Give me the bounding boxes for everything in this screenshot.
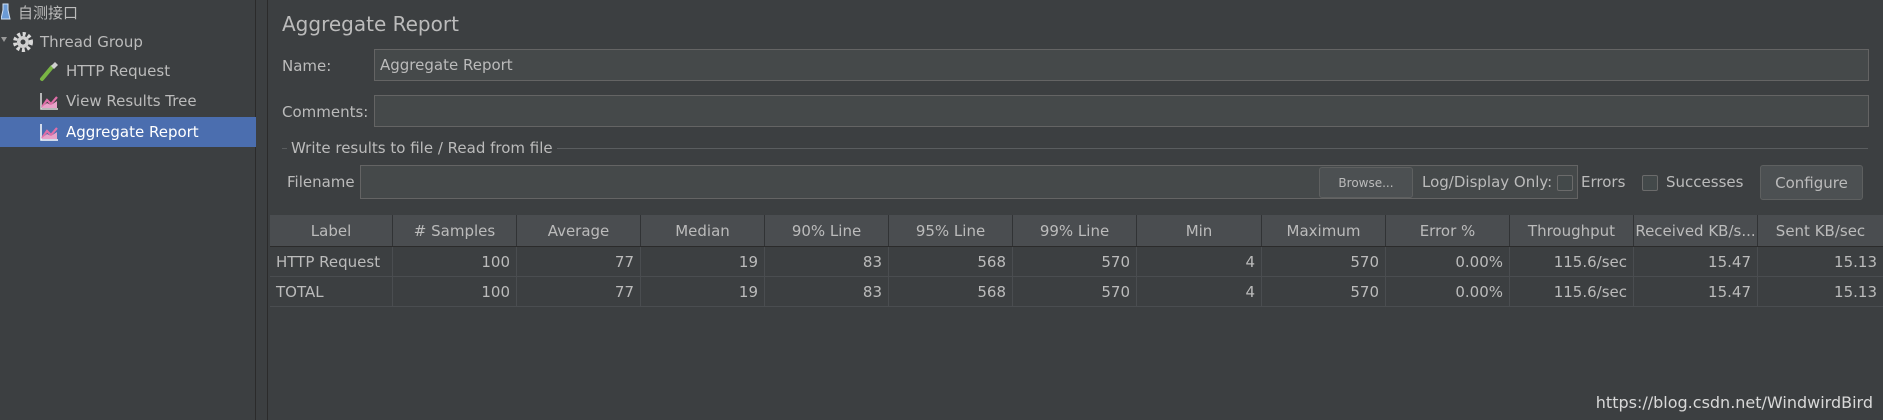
table-cell: HTTP Request bbox=[270, 247, 393, 276]
tree-item-aggregate-report[interactable]: Aggregate Report bbox=[0, 117, 256, 147]
file-group-title: Write results to file / Read from file bbox=[287, 139, 557, 157]
table-cell: 15.13 bbox=[1834, 252, 1877, 271]
column-header-median[interactable]: Median bbox=[641, 215, 765, 246]
column-header-min[interactable]: Min bbox=[1137, 215, 1262, 246]
configure-button[interactable]: Configure bbox=[1760, 165, 1863, 200]
listener-chart-icon bbox=[38, 90, 60, 112]
table-cell: 19 bbox=[641, 247, 765, 276]
table-cell: 570 bbox=[1262, 277, 1386, 306]
aggregate-report-panel: Aggregate Report Name: Aggregate Report … bbox=[269, 0, 1883, 420]
column-header-90-line[interactable]: 90% Line bbox=[765, 215, 889, 246]
table-cell: 77 bbox=[517, 247, 641, 276]
table-body: HTTP Request 100 77 19 83 568 570 4 570 0.00% 115.… bbox=[270, 247, 1883, 307]
name-label: Name: bbox=[282, 57, 332, 75]
table-cell: 570 bbox=[1262, 247, 1386, 276]
successes-label: Successes bbox=[1666, 173, 1744, 191]
table-cell: 568 bbox=[889, 277, 1013, 306]
table-cell: 0.00% bbox=[1386, 247, 1510, 276]
browse-button[interactable]: Browse... bbox=[1319, 167, 1413, 198]
table-cell: 115.6/sec bbox=[1510, 277, 1634, 306]
comments-field[interactable] bbox=[374, 95, 1869, 127]
column-header-99-line[interactable]: 99% Line bbox=[1013, 215, 1137, 246]
page-title: Aggregate Report bbox=[282, 12, 459, 36]
tree-item-thread-group[interactable]: Thread Group bbox=[12, 27, 143, 57]
test-plan-tree: 自测接口 Thread Group HTTP Request View Resu… bbox=[0, 0, 256, 420]
table-cell: 77 bbox=[517, 277, 641, 306]
table-cell: TOTAL bbox=[270, 277, 393, 306]
column-header-samples[interactable]: # Samples bbox=[393, 215, 517, 246]
table-cell: 19 bbox=[641, 277, 765, 306]
table-cell: 15.47 bbox=[1634, 247, 1758, 276]
tree-item-label: 自测接口 bbox=[18, 3, 79, 22]
table-cell: 83 bbox=[765, 247, 889, 276]
table-cell: 4 bbox=[1137, 247, 1262, 276]
watermark: https://blog.csdn.net/WindwirdBird bbox=[1595, 393, 1873, 412]
table-row[interactable]: HTTP Request 100 77 19 83 568 570 4 570 0.00% 115.… bbox=[270, 247, 1883, 277]
table-cell: 100 bbox=[393, 277, 517, 306]
comments-label: Comments: bbox=[282, 103, 369, 121]
column-header-maximum[interactable]: Maximum bbox=[1262, 215, 1386, 246]
table-row[interactable]: TOTAL 100 77 19 83 568 570 4 570 0.00% 115.6/sec 15… bbox=[270, 277, 1883, 307]
tree-item-view-results-tree[interactable]: View Results Tree bbox=[38, 86, 197, 116]
tree-item-label: Aggregate Report bbox=[66, 123, 199, 141]
listener-chart-icon bbox=[38, 121, 60, 143]
tree-item-http-request[interactable]: HTTP Request bbox=[38, 56, 170, 86]
table-cell: 100 bbox=[393, 247, 517, 276]
tree-item-label: Thread Group bbox=[40, 33, 143, 51]
table-cell: 15.47 bbox=[1634, 277, 1758, 306]
table-cell: 4 bbox=[1137, 277, 1262, 306]
table-cell: 0.00% bbox=[1386, 277, 1510, 306]
table-cell: 570 bbox=[1013, 277, 1137, 306]
table-cell: 115.6/sec bbox=[1510, 247, 1634, 276]
table-header: Label # Samples Average Median 90% Line … bbox=[270, 215, 1883, 247]
errors-checkbox[interactable] bbox=[1557, 175, 1573, 191]
table-cell: 15.13 bbox=[1834, 282, 1877, 301]
column-header-sent[interactable]: Sent KB/sec bbox=[1758, 215, 1883, 246]
column-header-throughput[interactable]: Throughput bbox=[1510, 215, 1634, 246]
column-header-received[interactable]: Received KB/s... bbox=[1634, 215, 1758, 246]
name-field[interactable]: Aggregate Report bbox=[374, 49, 1869, 81]
log-display-label: Log/Display Only: bbox=[1422, 173, 1553, 191]
filename-label: Filename bbox=[287, 173, 355, 191]
flask-icon bbox=[0, 1, 12, 23]
column-header-95-line[interactable]: 95% Line bbox=[889, 215, 1013, 246]
splitter[interactable] bbox=[256, 0, 268, 420]
expand-caret-icon[interactable] bbox=[0, 34, 8, 46]
aggregate-table: Label # Samples Average Median 90% Line … bbox=[270, 215, 1883, 307]
tree-item-label: HTTP Request bbox=[66, 62, 171, 80]
column-header-label[interactable]: Label bbox=[270, 215, 393, 246]
table-cell: 83 bbox=[765, 277, 889, 306]
successes-checkbox[interactable] bbox=[1642, 175, 1658, 191]
gear-icon bbox=[12, 31, 34, 53]
errors-label: Errors bbox=[1581, 173, 1626, 191]
tree-item-label: View Results Tree bbox=[66, 92, 197, 110]
column-header-average[interactable]: Average bbox=[517, 215, 641, 246]
table-cell: 570 bbox=[1013, 247, 1137, 276]
pipette-icon bbox=[38, 60, 60, 82]
column-header-error-pct[interactable]: Error % bbox=[1386, 215, 1510, 246]
table-cell: 568 bbox=[889, 247, 1013, 276]
tree-item-test-plan[interactable]: 自测接口 bbox=[0, 0, 78, 27]
